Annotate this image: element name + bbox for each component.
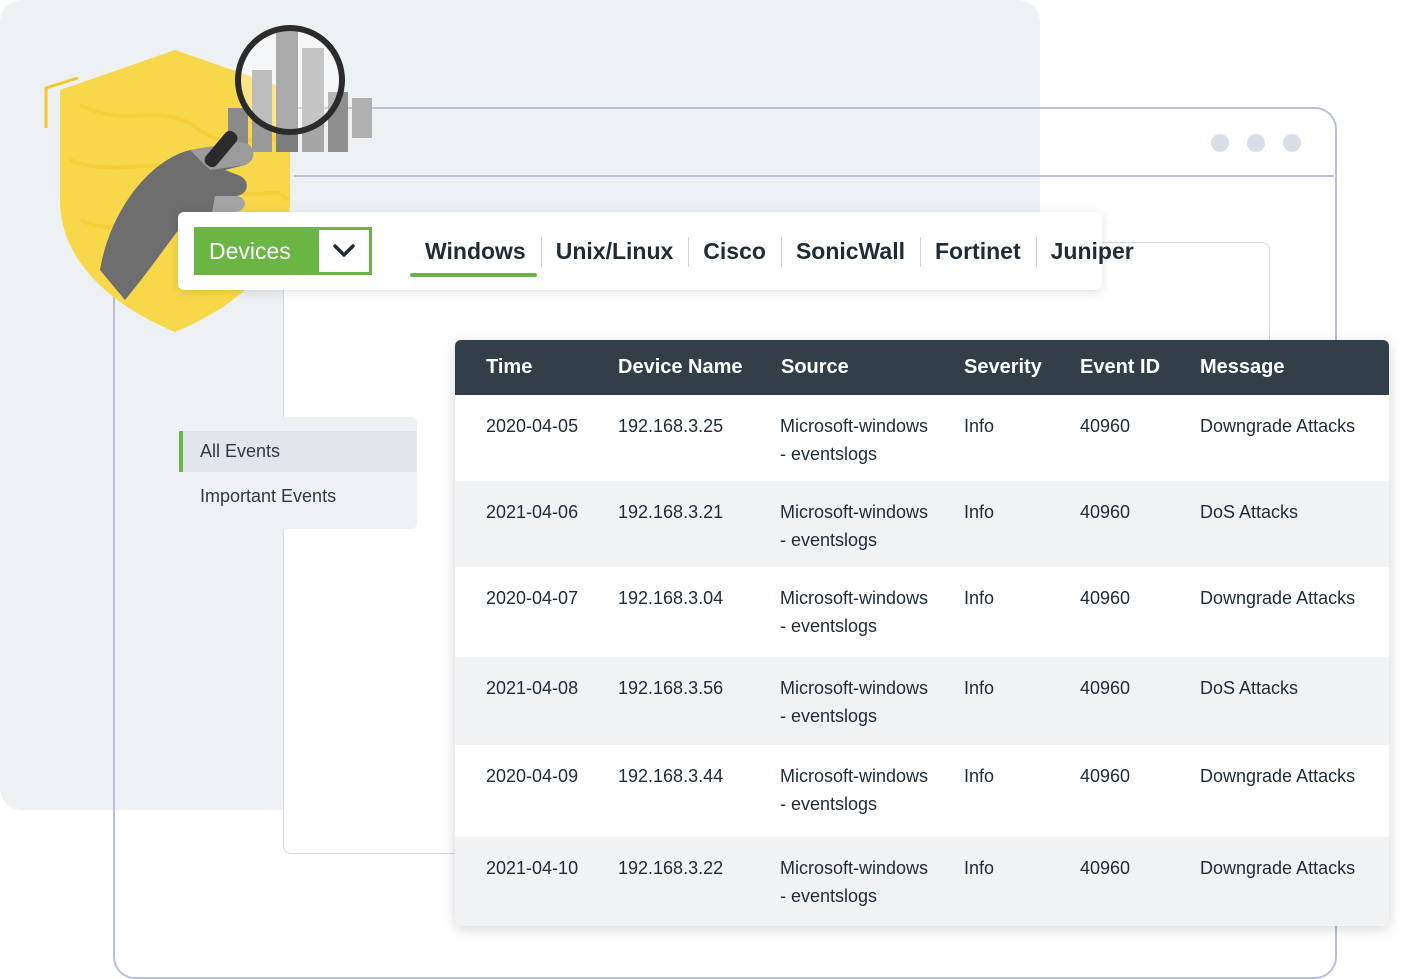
table-row[interactable]: 2021-04-08 192.168.3.56 Microsoft-window… <box>455 657 1389 745</box>
cell-device-name: 192.168.3.44 <box>618 766 724 786</box>
menu-item-all-events[interactable]: All Events <box>179 431 417 472</box>
column-header-severity[interactable]: Severity <box>964 340 1042 395</box>
cell-severity: Info <box>964 678 995 698</box>
cell-source-line-1: Microsoft-windows <box>780 678 929 698</box>
table-row[interactable]: 2021-04-06 192.168.3.21 Microsoft-window… <box>455 481 1389 567</box>
cell-time: 2021-04-08 <box>486 678 579 698</box>
cell-time: 2020-04-05 <box>486 416 579 436</box>
cell-device-name: 192.168.3.22 <box>618 858 724 878</box>
cell-severity: Info <box>964 416 995 436</box>
cell-source-line-2: - eventslogs <box>780 444 878 464</box>
cell-severity: Info <box>964 502 995 522</box>
cell-event-id: 40960 <box>1080 588 1131 608</box>
cell-source-line-2: - eventslogs <box>780 706 878 726</box>
cell-source-line-2: - eventslogs <box>780 616 878 636</box>
cell-severity: Info <box>964 858 995 878</box>
cell-source: Microsoft-windows - eventslogs <box>780 584 950 640</box>
browser-title-divider <box>294 175 1334 177</box>
column-header-time[interactable]: Time <box>486 340 532 395</box>
cell-event-id: 40960 <box>1080 766 1131 786</box>
tab-juniper[interactable]: Juniper <box>1035 227 1149 275</box>
chevron-down-icon[interactable] <box>319 230 369 272</box>
hero-illustration <box>44 25 372 332</box>
cell-device-name: 192.168.3.21 <box>618 502 724 522</box>
events-table: Time Device Name Source Severity Event I… <box>455 340 1389 926</box>
cell-source: Microsoft-windows - eventslogs <box>780 412 950 468</box>
tab-unix-linux[interactable]: Unix/Linux <box>540 227 689 275</box>
cell-message: Downgrade Attacks <box>1200 858 1356 878</box>
cell-severity: Info <box>964 588 995 608</box>
window-dot-2 <box>1247 134 1265 152</box>
tab-fortinet[interactable]: Fortinet <box>920 227 1036 275</box>
cell-source-line-1: Microsoft-windows <box>780 766 929 786</box>
cell-source: Microsoft-windows - eventslogs <box>780 762 950 818</box>
tab-windows[interactable]: Windows <box>410 227 541 277</box>
column-header-device-name[interactable]: Device Name <box>618 340 743 395</box>
cell-time: 2020-04-09 <box>486 766 579 786</box>
cell-event-id: 40960 <box>1080 678 1131 698</box>
cell-source: Microsoft-windows - eventslogs <box>780 674 950 730</box>
window-dot-1 <box>1211 134 1229 152</box>
event-filter-menu: All Events Important Events <box>179 417 417 529</box>
cell-source-line-1: Microsoft-windows <box>780 858 929 878</box>
cell-time: 2021-04-10 <box>486 858 579 878</box>
cell-message: Downgrade Attacks <box>1200 588 1356 608</box>
tab-cisco[interactable]: Cisco <box>688 227 781 275</box>
device-tab-bar: Devices Windows Unix/Linux Cisco SonicWa… <box>178 212 1134 290</box>
menu-item-important-events[interactable]: Important Events <box>179 476 417 517</box>
cell-event-id: 40960 <box>1080 502 1131 522</box>
cell-message: Downgrade Attacks <box>1200 416 1356 436</box>
table-row[interactable]: 2020-04-09 192.168.3.44 Microsoft-window… <box>455 745 1389 837</box>
cell-source-line-2: - eventslogs <box>780 886 878 906</box>
cell-event-id: 40960 <box>1080 858 1131 878</box>
cell-event-id: 40960 <box>1080 416 1131 436</box>
cell-message: Downgrade Attacks <box>1200 766 1356 786</box>
column-header-source[interactable]: Source <box>781 340 849 395</box>
table-row[interactable]: 2020-04-07 192.168.3.04 Microsoft-window… <box>455 567 1389 657</box>
table-row[interactable]: 2020-04-05 192.168.3.25 Microsoft-window… <box>455 395 1389 481</box>
column-header-event-id[interactable]: Event ID <box>1080 340 1160 395</box>
devices-dropdown-label: Devices <box>209 237 291 264</box>
cell-source-line-1: Microsoft-windows <box>780 416 929 436</box>
cell-time: 2020-04-07 <box>486 588 579 608</box>
cell-source: Microsoft-windows - eventslogs <box>780 498 950 554</box>
cell-source-line-2: - eventslogs <box>780 794 878 814</box>
table-header: Time Device Name Source Severity Event I… <box>455 340 1389 395</box>
cell-device-name: 192.168.3.25 <box>618 416 724 436</box>
cell-device-name: 192.168.3.56 <box>618 678 724 698</box>
device-tabs: Windows Unix/Linux Cisco SonicWall Forti… <box>410 227 1149 277</box>
cell-message: DoS Attacks <box>1200 502 1299 522</box>
cell-time: 2021-04-06 <box>486 502 579 522</box>
table-row[interactable]: 2021-04-10 192.168.3.22 Microsoft-window… <box>455 837 1389 926</box>
cell-message: DoS Attacks <box>1200 678 1299 698</box>
column-header-message[interactable]: Message <box>1200 340 1285 395</box>
window-dot-3 <box>1283 134 1301 152</box>
cell-source: Microsoft-windows - eventslogs <box>780 854 950 910</box>
cell-severity: Info <box>964 766 995 786</box>
cell-source-line-2: - eventslogs <box>780 530 878 550</box>
tab-sonicwall[interactable]: SonicWall <box>780 227 920 275</box>
cell-device-name: 192.168.3.04 <box>618 588 724 608</box>
cell-source-line-1: Microsoft-windows <box>780 588 929 608</box>
cell-source-line-1: Microsoft-windows <box>780 502 929 522</box>
devices-dropdown[interactable]: Devices <box>194 227 372 275</box>
